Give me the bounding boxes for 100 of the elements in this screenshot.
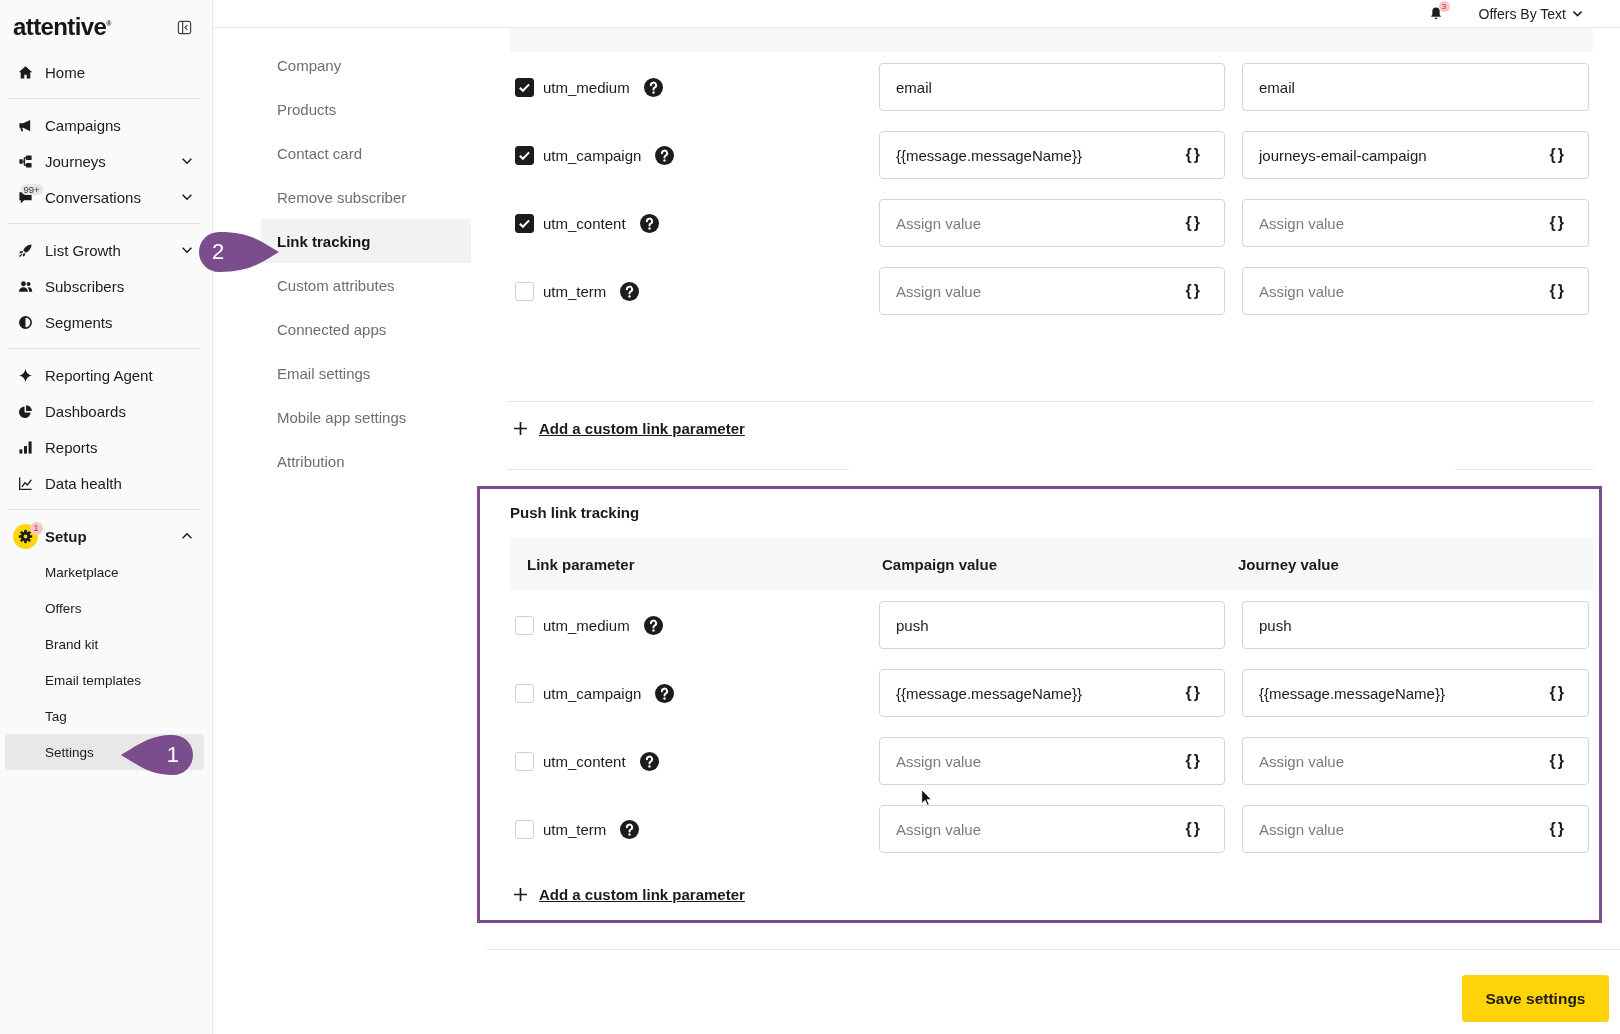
count-badge: 3 — [1438, 1, 1450, 12]
nav-item[interactable]: 1 Setup — [8, 518, 200, 554]
help-icon[interactable] — [655, 683, 675, 703]
campaign-value-field[interactable]: Assign value {} — [879, 737, 1225, 785]
nav-item[interactable]: Segments — [8, 304, 200, 340]
chevron-icon — [1572, 8, 1583, 19]
rocket-icon — [17, 242, 33, 258]
journey-value-field[interactable]: push — [1242, 601, 1589, 649]
insert-variable-button[interactable]: {} — [1185, 820, 1202, 838]
megaphone-icon — [17, 117, 33, 133]
settings-nav-item[interactable]: Company — [261, 43, 471, 87]
journey-value-field[interactable]: {{message.messageName}} {} — [1242, 669, 1589, 717]
insert-variable-button[interactable]: {} — [1549, 752, 1566, 770]
settings-nav-item[interactable]: Attribution — [261, 439, 471, 483]
settings-nav-item[interactable]: Email settings — [261, 351, 471, 395]
settings-nav-item[interactable]: Link tracking — [261, 219, 471, 263]
help-icon[interactable] — [643, 77, 663, 97]
parameter-label: utm_content — [543, 752, 626, 770]
parameter-label: utm_medium — [543, 78, 630, 96]
column-header: Campaign value — [881, 555, 999, 573]
nav-item[interactable]: Reporting Agent — [8, 357, 200, 393]
add-parameter-link[interactable]: Add a custom link parameter — [510, 418, 745, 438]
parameter-label: utm_term — [543, 282, 607, 300]
help-icon[interactable] — [643, 615, 663, 635]
parameter-label: utm_campaign — [543, 146, 642, 164]
help-icon[interactable] — [639, 751, 659, 771]
insert-variable-button[interactable]: {} — [1185, 282, 1202, 300]
insert-variable-button[interactable]: {} — [1185, 146, 1202, 164]
settings-nav-item[interactable]: Remove subscriber — [261, 175, 471, 219]
line-chart-icon — [17, 475, 33, 491]
nav-item[interactable]: Campaigns — [8, 107, 200, 143]
checkbox[interactable] — [515, 213, 534, 233]
section-title: Push link tracking — [510, 503, 640, 523]
column-header: Journey value — [1238, 555, 1340, 573]
pie-chart-icon — [17, 403, 33, 419]
settings-nav-item[interactable]: Mobile app settings — [261, 395, 471, 439]
settings-nav-item[interactable]: Connected apps — [261, 307, 471, 351]
checkbox[interactable] — [515, 145, 534, 165]
insert-variable-button[interactable]: {} — [1549, 214, 1566, 232]
nav-item[interactable]: Home — [8, 54, 200, 90]
account-menu[interactable]: Offers By Text — [1478, 5, 1583, 22]
campaign-value-field[interactable]: {{message.messageName}} {} — [879, 131, 1225, 179]
campaign-value-field[interactable]: Assign value {} — [879, 199, 1225, 247]
nav-item[interactable]: Data health — [8, 465, 200, 501]
nav-subitem[interactable]: Brand kit — [5, 626, 204, 662]
bell-icon[interactable] — [1428, 6, 1443, 21]
parameter-label: utm_medium — [543, 616, 630, 634]
logo: attentive$^{®}$ — [13, 13, 111, 41]
help-icon[interactable] — [639, 213, 659, 233]
panel-collapse-icon[interactable] — [176, 19, 192, 35]
nav-item[interactable]: List Growth — [8, 232, 200, 268]
bar-chart-icon — [17, 439, 33, 455]
nav-subitem[interactable]: Tag — [5, 698, 204, 734]
nav-item[interactable]: Journeys — [8, 143, 200, 179]
insert-variable-button[interactable]: {} — [1549, 820, 1566, 838]
journey-value-field[interactable]: journeys-email-campaign {} — [1242, 131, 1589, 179]
mouse-pointer-icon — [921, 789, 932, 806]
nav-subitem[interactable]: Marketplace — [5, 554, 204, 590]
plus-icon — [513, 420, 528, 436]
half-circle-icon — [17, 314, 33, 330]
journey-value-field[interactable]: Assign value {} — [1242, 267, 1589, 315]
count-badge: 99+ — [20, 183, 43, 195]
parameter-label: utm_content — [543, 214, 626, 232]
people-icon — [17, 278, 33, 294]
nav-item[interactable]: Subscribers — [8, 268, 200, 304]
parameter-label: utm_campaign — [543, 684, 642, 702]
sparkle-icon — [17, 367, 33, 383]
journey-value-field[interactable]: Assign value {} — [1242, 199, 1589, 247]
campaign-value-field[interactable]: Assign value {} — [879, 805, 1225, 853]
campaign-value-field[interactable]: {{message.messageName}} {} — [879, 669, 1225, 717]
nav-item[interactable]: Dashboards — [8, 393, 200, 429]
help-icon[interactable] — [620, 281, 640, 301]
help-icon[interactable] — [655, 145, 675, 165]
add-parameter-link[interactable]: Add a custom link parameter — [510, 884, 745, 904]
insert-variable-button[interactable]: {} — [1549, 146, 1566, 164]
journey-value-field[interactable]: email — [1242, 63, 1589, 111]
campaign-value-field[interactable]: push — [879, 601, 1225, 649]
nav-subitem[interactable]: Email templates — [5, 662, 204, 698]
campaign-value-field[interactable]: Assign value {} — [879, 267, 1225, 315]
gear-icon — [12, 523, 38, 549]
insert-variable-button[interactable]: {} — [1549, 684, 1566, 702]
help-icon[interactable] — [620, 819, 640, 839]
journey-value-field[interactable]: Assign value {} — [1242, 737, 1589, 785]
insert-variable-button[interactable]: {} — [1185, 684, 1202, 702]
plus-icon — [513, 886, 528, 902]
journey-value-field[interactable]: Assign value {} — [1242, 805, 1589, 853]
campaign-value-field[interactable]: email — [879, 63, 1225, 111]
nav-item[interactable]: 99+ Conversations — [8, 179, 200, 215]
nav-item[interactable]: Reports — [8, 429, 200, 465]
flow-icon — [17, 153, 33, 169]
save-button[interactable]: Save settings — [1462, 975, 1609, 1022]
insert-variable-button[interactable]: {} — [1185, 752, 1202, 770]
nav-subitem[interactable]: Offers — [5, 590, 204, 626]
insert-variable-button[interactable]: {} — [1185, 214, 1202, 232]
settings-nav-item[interactable]: Products — [261, 87, 471, 131]
parameter-label: utm_term — [543, 820, 607, 838]
column-header: Link parameter — [526, 555, 636, 573]
settings-nav-item[interactable]: Contact card — [261, 131, 471, 175]
insert-variable-button[interactable]: {} — [1549, 282, 1566, 300]
checkbox[interactable] — [515, 77, 534, 97]
